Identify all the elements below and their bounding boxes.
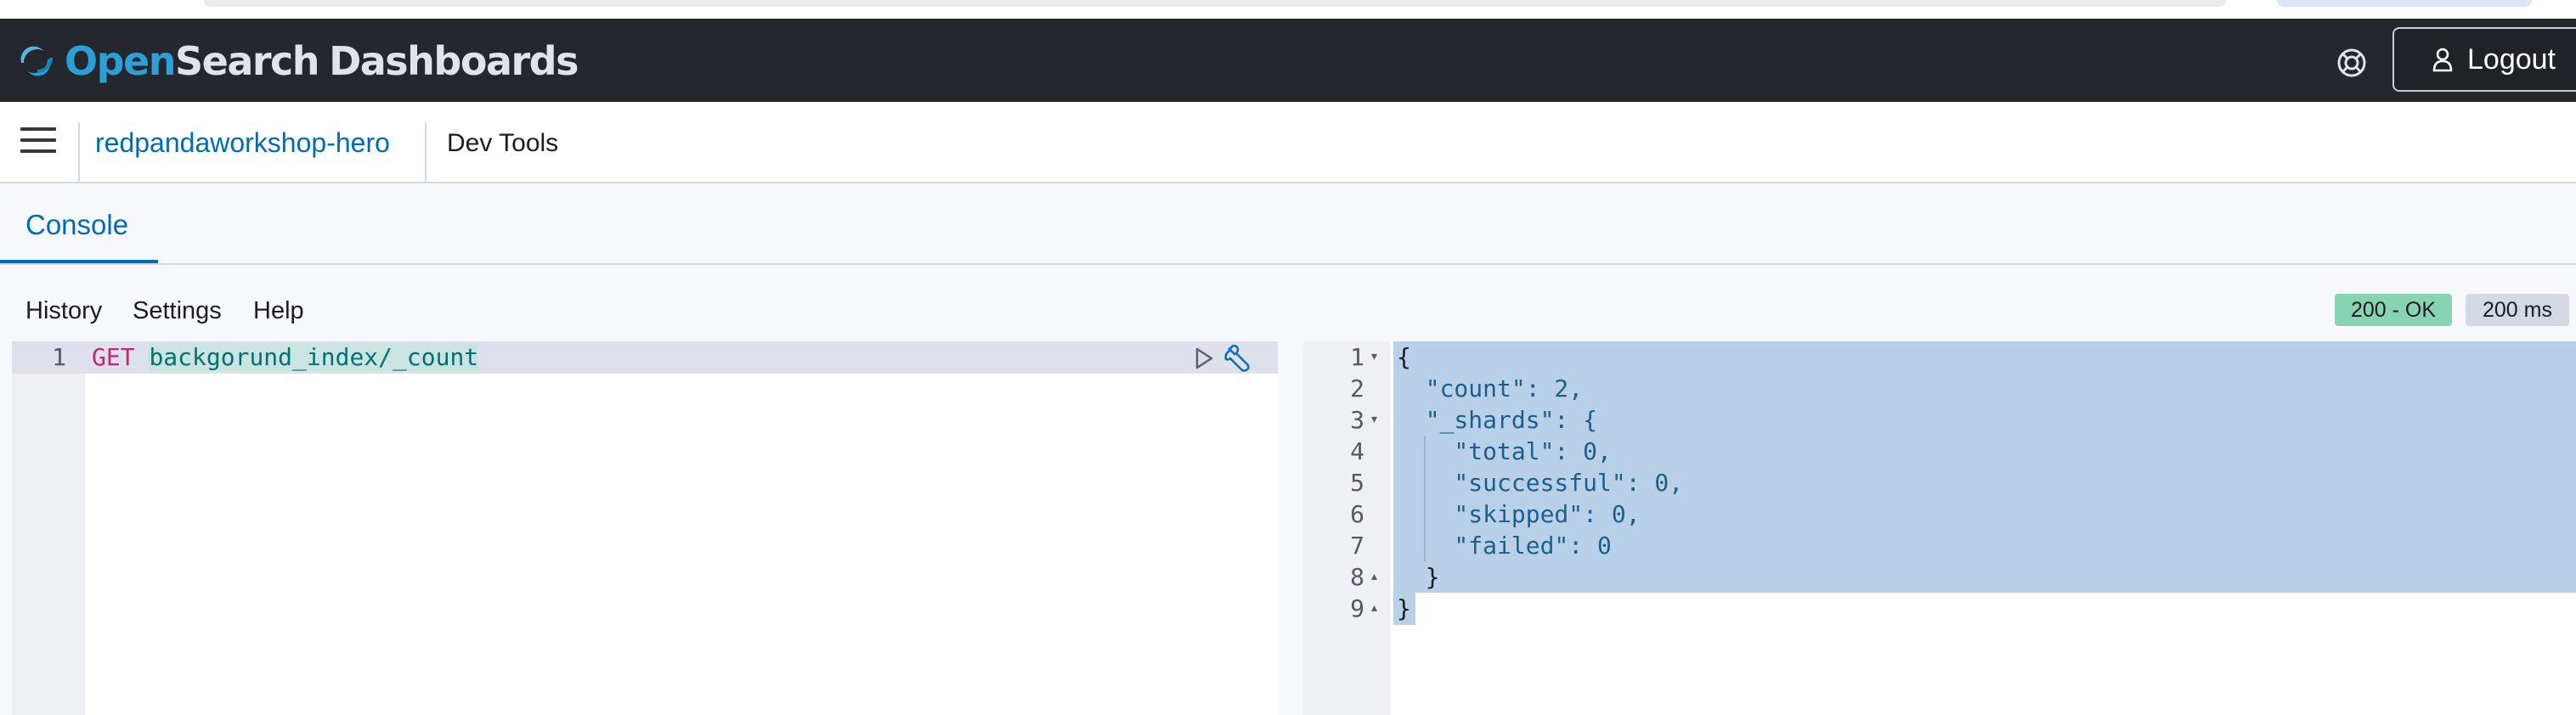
play-icon[interactable] bbox=[1193, 346, 1215, 370]
fold-toggle-icon[interactable]: ▾ bbox=[1371, 350, 1377, 363]
header-divider bbox=[78, 122, 80, 183]
line-number: 9 bbox=[1350, 594, 1364, 622]
response-line: "count": 2, bbox=[1397, 374, 1584, 403]
top-navigation-bar: OpenSearch Dashboards Logout bbox=[0, 19, 2576, 102]
request-method: GET bbox=[92, 343, 135, 371]
response-time-badge: 200 ms bbox=[2466, 294, 2569, 326]
active-tab-indicator bbox=[0, 260, 158, 263]
request-gutter bbox=[12, 341, 85, 715]
tab-console[interactable]: Console bbox=[25, 209, 128, 241]
fold-toggle-icon[interactable]: ▴ bbox=[1371, 601, 1377, 615]
response-line: "failed": 0 bbox=[1397, 532, 1612, 560]
opensearch-logo[interactable]: OpenSearch Dashboards bbox=[15, 36, 579, 87]
browser-address-bar bbox=[204, 0, 2226, 7]
brand-name: OpenSearch Dashboards bbox=[65, 38, 579, 84]
panel-resizer[interactable] bbox=[1285, 341, 1300, 715]
line-number: 5 bbox=[1350, 469, 1364, 497]
line-number: 7 bbox=[1350, 532, 1364, 560]
line-number: 1 bbox=[1350, 343, 1364, 371]
line-number: 1 bbox=[52, 343, 66, 371]
line-number: 8 bbox=[1350, 563, 1364, 591]
line-number: 4 bbox=[1350, 437, 1364, 465]
fold-toggle-icon[interactable]: ▾ bbox=[1371, 413, 1377, 426]
line-number: 3 bbox=[1350, 406, 1364, 434]
response-line: "successful": 0, bbox=[1397, 469, 1684, 497]
settings-button[interactable]: Settings bbox=[133, 297, 222, 325]
browser-chrome-strip bbox=[0, 0, 2576, 19]
tab-bar: Console bbox=[0, 183, 2576, 265]
user-icon bbox=[2432, 48, 2453, 72]
status-badge: 200 - OK bbox=[2335, 294, 2452, 326]
hamburger-menu-icon[interactable] bbox=[20, 127, 56, 156]
request-path: backgorund_index/_count bbox=[149, 343, 479, 371]
request-editor[interactable]: 1 GET backgorund_index/_count bbox=[12, 341, 1278, 715]
fold-toggle-icon[interactable]: ▴ bbox=[1371, 570, 1377, 583]
logout-label: Logout bbox=[2467, 42, 2556, 76]
console-toolbar: History Settings Help 200 - OK 200 ms bbox=[0, 292, 2576, 340]
header-divider bbox=[425, 122, 427, 183]
request-line[interactable]: GET backgorund_index/_count bbox=[92, 341, 479, 373]
response-line: "_shards": { bbox=[1397, 406, 1598, 434]
opensearch-logo-icon bbox=[20, 46, 53, 76]
line-number: 6 bbox=[1350, 500, 1364, 528]
response-line: } bbox=[1397, 594, 1411, 622]
breadcrumb-space-link[interactable]: redpandaworkshop-hero bbox=[95, 127, 390, 159]
response-line: "skipped": 0, bbox=[1397, 500, 1641, 528]
response-line: { bbox=[1397, 343, 1411, 371]
help-lifebuoy-icon[interactable] bbox=[2335, 46, 2369, 80]
breadcrumb-header: redpandaworkshop-hero Dev Tools bbox=[0, 102, 2576, 183]
breadcrumb-current-page: Dev Tools bbox=[447, 129, 559, 157]
response-line: } bbox=[1397, 563, 1440, 591]
response-viewer[interactable]: 1 2 3 4 5 6 7 8 9 ▾ ▾ ▴ ▴ { "count": 2, … bbox=[1303, 341, 2576, 715]
line-number: 2 bbox=[1350, 374, 1364, 403]
history-button[interactable]: History bbox=[25, 297, 102, 325]
response-line: "total": 0, bbox=[1397, 437, 1612, 465]
logout-button[interactable]: Logout bbox=[2392, 27, 2576, 92]
help-button[interactable]: Help bbox=[253, 297, 304, 325]
browser-toolbar-button bbox=[2277, 0, 2532, 7]
wrench-icon[interactable] bbox=[1223, 343, 1254, 374]
